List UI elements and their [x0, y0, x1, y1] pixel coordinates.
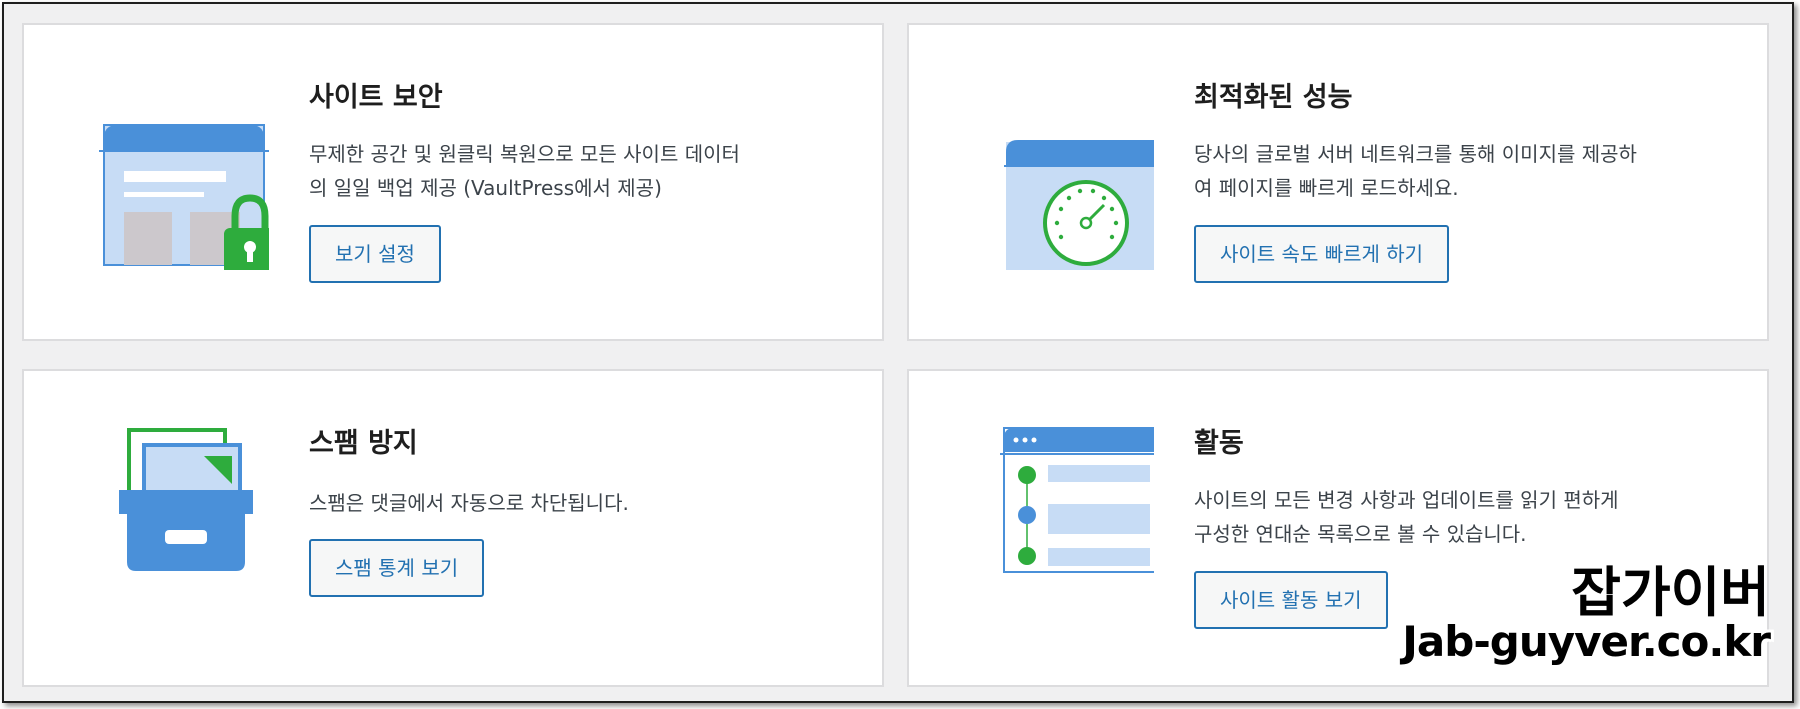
description-line-1: 무제한 공간 및 원클릭 복원으로 모든 사이트 데이터 — [309, 142, 740, 166]
watermark-title: 잡가이버 — [1571, 561, 1770, 624]
description-line-1: 당사의 글로벌 서버 네트워크를 통해 이미지를 제공하 — [1194, 142, 1637, 166]
card-site-security: 사이트 보안 무제한 공간 및 원클릭 복원으로 모든 사이트 데이터 의 일일… — [22, 23, 884, 341]
activity-timeline-icon — [1000, 427, 1154, 573]
speedometer-icon — [1004, 140, 1154, 270]
card-title: 스팸 방지 — [309, 428, 418, 459]
description-line-1: 사이트의 모든 변경 사항과 업데이트를 읽기 편하게 — [1194, 488, 1619, 512]
description-line-2: 의 일일 백업 제공 (VaultPress에서 제공) — [309, 176, 662, 200]
card-title: 최적화된 성능 — [1194, 82, 1353, 113]
browser-lock-icon — [99, 124, 269, 270]
card-description: 스팸은 댓글에서 자동으로 차단됩니다. — [309, 491, 629, 515]
view-site-activity-button[interactable]: 사이트 활동 보기 — [1194, 571, 1388, 629]
archive-box-icon — [119, 428, 253, 571]
description-line-2: 구성한 연대순 목록으로 볼 수 있습니다. — [1194, 522, 1527, 546]
view-settings-button[interactable]: 보기 설정 — [309, 225, 441, 283]
card-description: 사이트의 모든 변경 사항과 업데이트를 읽기 편하게 구성한 연대순 목록으로… — [1194, 483, 1734, 551]
watermark-url: Jab-guyver.co.kr — [1402, 617, 1771, 666]
card-optimized-performance: 최적화된 성능 당사의 글로벌 서버 네트워크를 통해 이미지를 제공하 여 페… — [907, 23, 1769, 341]
card-title: 활동 — [1194, 428, 1244, 459]
description-line-2: 여 페이지를 빠르게 로드하세요. — [1194, 176, 1459, 200]
view-spam-stats-button[interactable]: 스팸 통계 보기 — [309, 539, 485, 597]
card-description: 당사의 글로벌 서버 네트워크를 통해 이미지를 제공하 여 페이지를 빠르게 … — [1194, 137, 1734, 205]
card-spam-protection: 스팸 방지 스팸은 댓글에서 자동으로 차단됩니다. 스팸 통계 보기 — [22, 369, 884, 687]
speed-up-site-button[interactable]: 사이트 속도 빠르게 하기 — [1194, 225, 1450, 283]
card-description: 무제한 공간 및 원클릭 복원으로 모든 사이트 데이터 의 일일 백업 제공 … — [309, 137, 849, 205]
card-title: 사이트 보안 — [309, 82, 443, 113]
